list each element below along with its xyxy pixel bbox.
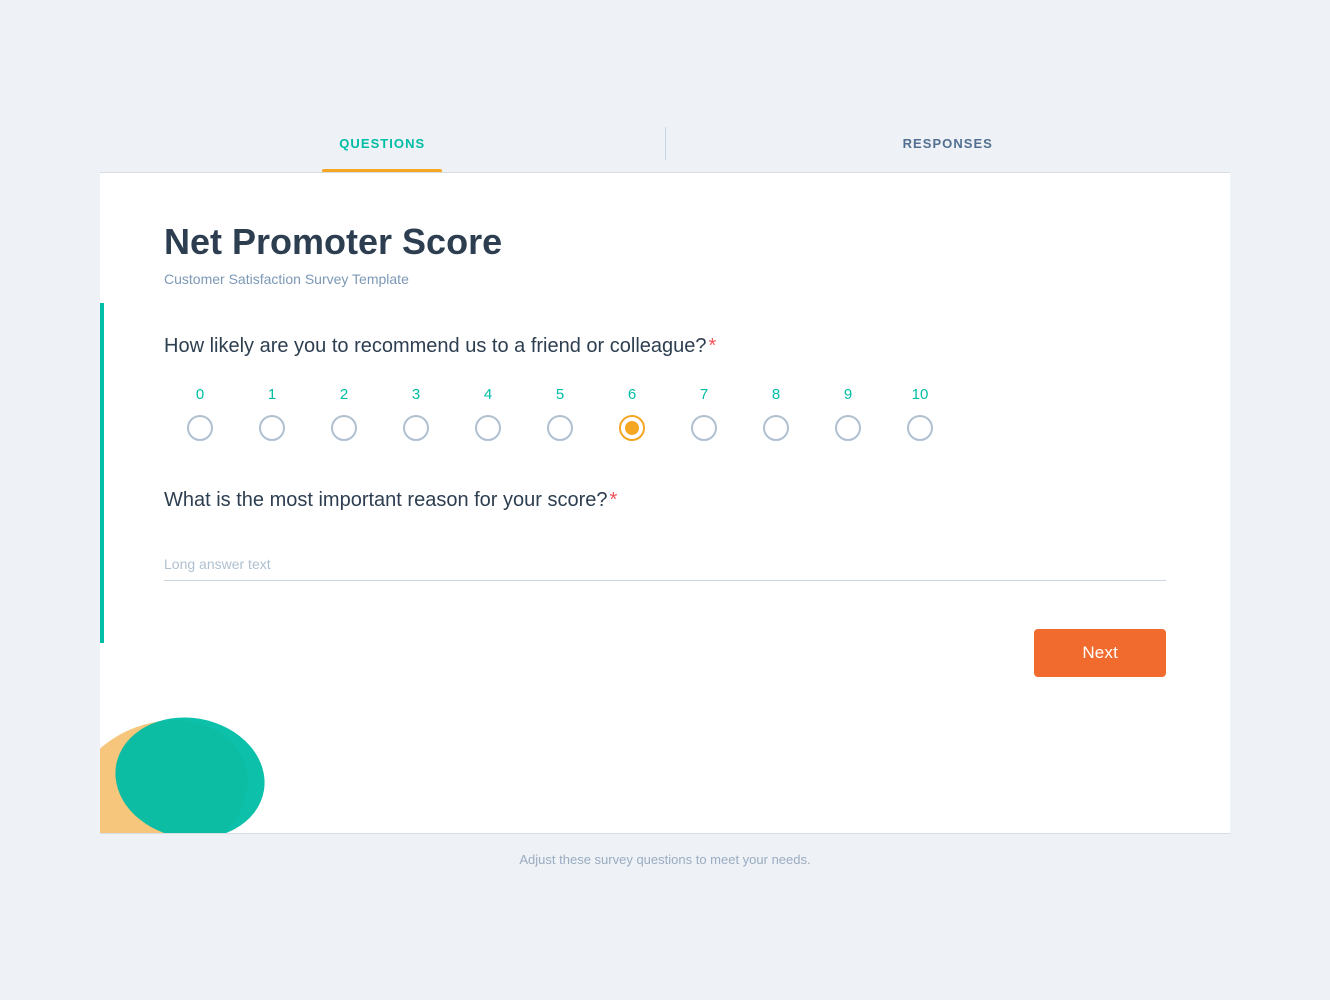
nps-radio-7[interactable]	[691, 415, 717, 441]
nps-radio-wrap-3	[380, 415, 452, 441]
nps-radio-wrap-10	[884, 415, 956, 441]
button-row: Next	[164, 629, 1166, 693]
question-2-required-star: *	[610, 489, 618, 511]
nps-radio-9[interactable]	[835, 415, 861, 441]
nps-num-10: 10	[884, 386, 956, 403]
left-accent-bar	[100, 303, 104, 643]
nps-num-1: 1	[236, 386, 308, 403]
nps-num-2: 2	[308, 386, 380, 403]
nps-radio-1[interactable]	[259, 415, 285, 441]
question-2-text-content: What is the most important reason for yo…	[164, 489, 608, 511]
question-1: How likely are you to recommend us to a …	[164, 335, 1166, 441]
footer-text: Adjust these survey questions to meet yo…	[519, 852, 810, 867]
long-answer-input[interactable]	[164, 548, 1166, 581]
main-card: Net Promoter Score Customer Satisfaction…	[100, 173, 1230, 833]
question-1-required-star: *	[709, 335, 717, 357]
nps-radio-3[interactable]	[403, 415, 429, 441]
nps-num-9: 9	[812, 386, 884, 403]
nps-radio-wrap-6	[596, 415, 668, 441]
nps-num-4: 4	[452, 386, 524, 403]
nps-num-3: 3	[380, 386, 452, 403]
tab-questions-label: QUESTIONS	[339, 136, 425, 151]
nps-radio-10[interactable]	[907, 415, 933, 441]
footer: Adjust these survey questions to meet yo…	[100, 833, 1230, 885]
nps-numbers-row: 0 1 2 3 4 5 6 7 8 9 10	[164, 386, 1166, 403]
nps-radio-wrap-1	[236, 415, 308, 441]
nps-num-8: 8	[740, 386, 812, 403]
nps-radio-4[interactable]	[475, 415, 501, 441]
tab-bar: QUESTIONS RESPONSES	[100, 115, 1230, 173]
nps-radio-5[interactable]	[547, 415, 573, 441]
next-button[interactable]: Next	[1034, 629, 1166, 677]
nps-radio-2[interactable]	[331, 415, 357, 441]
nps-num-6: 6	[596, 386, 668, 403]
nps-radio-wrap-7	[668, 415, 740, 441]
question-2-text: What is the most important reason for yo…	[164, 489, 1166, 512]
tab-responses[interactable]: RESPONSES	[666, 115, 1231, 172]
question-1-text-content: How likely are you to recommend us to a …	[164, 335, 707, 357]
nps-radio-wrap-5	[524, 415, 596, 441]
nps-radio-wrap-4	[452, 415, 524, 441]
nps-radio-0[interactable]	[187, 415, 213, 441]
nps-num-7: 7	[668, 386, 740, 403]
nps-num-0: 0	[164, 386, 236, 403]
nps-radio-8[interactable]	[763, 415, 789, 441]
nps-radio-wrap-0	[164, 415, 236, 441]
question-1-text: How likely are you to recommend us to a …	[164, 335, 1166, 358]
nps-radio-wrap-8	[740, 415, 812, 441]
card-subtitle: Customer Satisfaction Survey Template	[164, 271, 1166, 287]
tab-responses-label: RESPONSES	[903, 136, 993, 151]
page-title: Net Promoter Score	[164, 221, 1166, 263]
nps-radio-wrap-2	[308, 415, 380, 441]
page-wrapper: QUESTIONS RESPONSES Net Promoter Score C…	[100, 115, 1230, 885]
nps-radio-wrap-9	[812, 415, 884, 441]
nps-radio-6[interactable]	[619, 415, 645, 441]
nps-radios-row	[164, 415, 1166, 441]
nps-scale: 0 1 2 3 4 5 6 7 8 9 10	[164, 386, 1166, 441]
tab-questions[interactable]: QUESTIONS	[100, 115, 665, 172]
question-2: What is the most important reason for yo…	[164, 489, 1166, 629]
nps-num-5: 5	[524, 386, 596, 403]
